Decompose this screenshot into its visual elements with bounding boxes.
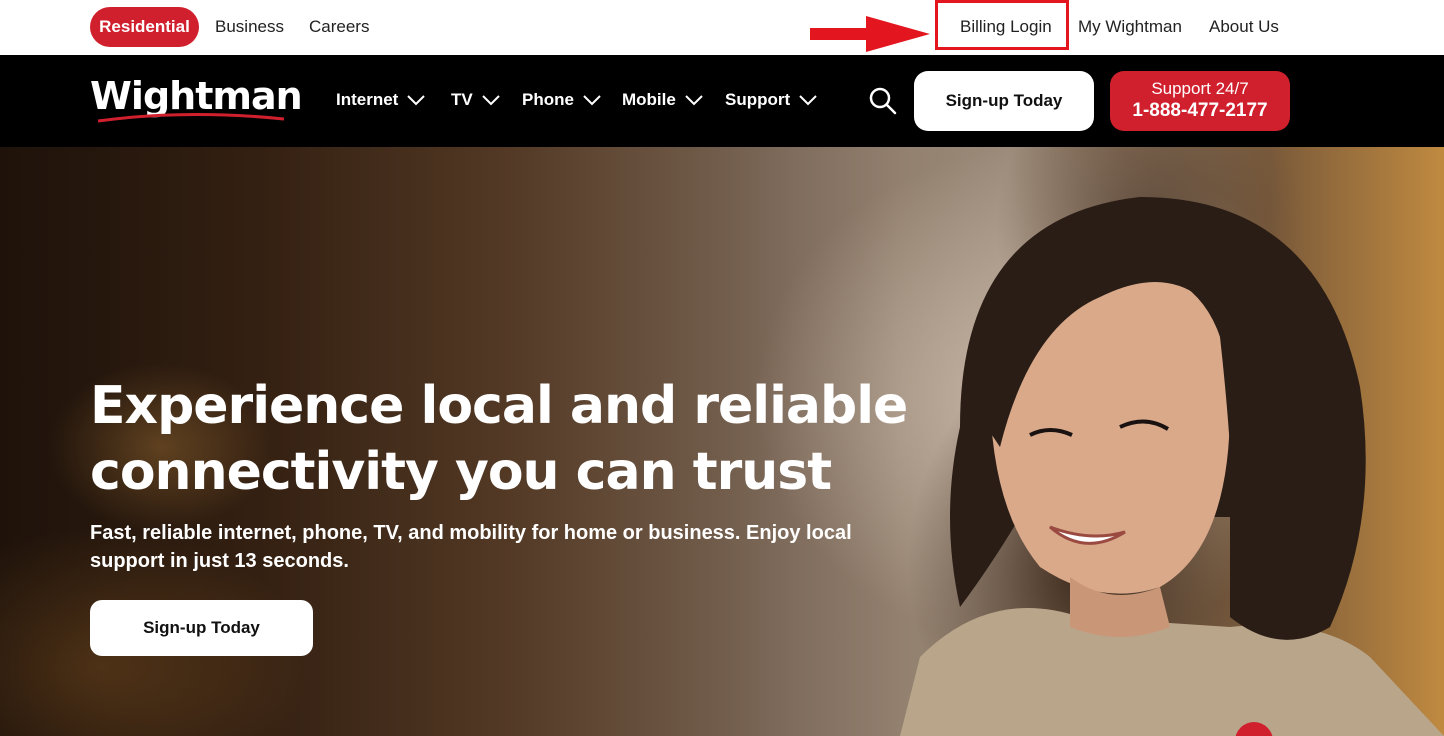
nav-internet[interactable]: Internet [336, 88, 426, 112]
hero-section: Experience local and reliable connectivi… [0, 147, 1444, 736]
tab-careers[interactable]: Careers [309, 15, 369, 39]
chevron-down-icon [407, 95, 426, 106]
search-icon[interactable] [868, 86, 898, 116]
hero-signup-button[interactable]: Sign-up Today [90, 600, 313, 656]
nav-mobile[interactable]: Mobile [622, 88, 704, 112]
nav-support-label: Support [725, 90, 791, 109]
support-phone-number: 1-888-477-2177 [1132, 100, 1268, 121]
about-us-link[interactable]: About Us [1209, 15, 1279, 39]
tab-residential[interactable]: Residential [90, 7, 199, 47]
annotation-arrow [810, 16, 930, 52]
support-phone-button[interactable]: Support 24/7 1-888-477-2177 [1110, 71, 1290, 131]
chevron-down-icon [685, 95, 703, 106]
nav-phone-label: Phone [522, 90, 574, 109]
chevron-down-icon [799, 95, 817, 106]
main-navbar: Wightman Internet TV Phone Mobile Suppor… [0, 55, 1444, 147]
signup-button[interactable]: Sign-up Today [914, 71, 1094, 131]
hero-photo-woman [900, 197, 1444, 736]
hero-title: Experience local and reliable connectivi… [90, 376, 908, 502]
support-label: Support 24/7 [1151, 79, 1249, 98]
nav-tv-label: TV [451, 90, 473, 109]
chevron-down-icon [482, 95, 500, 106]
my-wightman-link[interactable]: My Wightman [1078, 15, 1182, 39]
hero-subtitle: Fast, reliable internet, phone, TV, and … [90, 522, 852, 572]
chevron-down-icon [583, 95, 601, 106]
nav-internet-label: Internet [336, 90, 399, 109]
nav-phone[interactable]: Phone [522, 88, 602, 112]
nav-tv[interactable]: TV [451, 88, 501, 112]
nav-mobile-label: Mobile [622, 90, 676, 109]
logo-swoosh-icon [97, 112, 285, 123]
tab-business[interactable]: Business [215, 15, 284, 39]
nav-support[interactable]: Support [725, 88, 818, 112]
annotation-highlight-box [935, 0, 1069, 50]
top-utility-bar: Residential Business Careers Billing Log… [0, 0, 1444, 55]
